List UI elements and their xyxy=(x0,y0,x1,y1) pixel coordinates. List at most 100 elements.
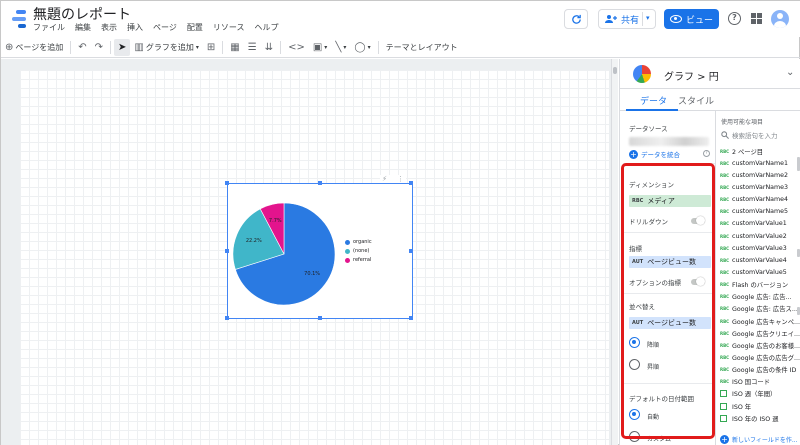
date-custom-radio[interactable] xyxy=(629,431,640,442)
field-search-input[interactable]: 検索語句を入力 xyxy=(721,128,799,141)
field-item[interactable]: RBC customVarValue2 xyxy=(720,230,800,242)
pie-chart[interactable]: ⚡ ⋮ 70.1% 22.2% 7.7% organic (none) refe… xyxy=(225,175,413,320)
dimension-chip[interactable]: RBC メディア xyxy=(629,195,711,207)
resize-handle[interactable] xyxy=(225,181,229,185)
chevron-down-icon: ▾ xyxy=(195,43,199,51)
field-label: Flash のバージョン xyxy=(732,282,789,290)
field-item[interactable]: RBC customVarName1 xyxy=(720,157,800,169)
apps-grid-icon[interactable] xyxy=(751,13,762,24)
field-label: customVarValue2 xyxy=(732,232,787,240)
filter-button[interactable]: ☰ xyxy=(244,39,261,56)
legend-swatch xyxy=(345,239,350,245)
line-button[interactable]: ╲ ▾ xyxy=(331,39,350,56)
field-item[interactable]: RBC Google 広告のお客様... xyxy=(720,339,800,351)
tab-data[interactable]: データ xyxy=(640,94,667,107)
text-type-icon: RBC xyxy=(720,197,730,203)
refresh-button[interactable] xyxy=(564,9,588,29)
field-item[interactable]: ISO 年 xyxy=(720,400,800,412)
help-icon[interactable]: ? xyxy=(728,12,741,25)
field-item[interactable]: RBC Google 広告の条件 ID xyxy=(720,364,800,376)
field-item[interactable]: RBC Flash のバージョン xyxy=(720,279,800,291)
select-tool-button[interactable]: ➤ xyxy=(114,38,131,56)
field-item[interactable]: RBC customVarValue5 xyxy=(720,266,800,278)
resize-handle[interactable] xyxy=(318,316,322,320)
field-item[interactable]: RBC customVarValue3 xyxy=(720,242,800,254)
theme-layout-button[interactable]: テーマとレイアウト xyxy=(382,39,462,56)
data-source-name[interactable] xyxy=(629,137,709,146)
resize-handle[interactable] xyxy=(409,316,413,320)
share-button[interactable]: 共有 ▾ xyxy=(598,9,656,29)
data-control-button[interactable]: ⇊ xyxy=(261,39,277,56)
field-item[interactable]: ISO 週（年間） xyxy=(720,388,800,400)
add-control-button[interactable]: ⊞ xyxy=(203,39,219,56)
tab-style[interactable]: スタイル xyxy=(678,94,714,107)
menu-file[interactable]: ファイル xyxy=(33,22,65,33)
field-item[interactable]: RBC ISO 国コード xyxy=(720,376,800,388)
share-dropdown-icon[interactable]: ▾ xyxy=(646,14,650,22)
help-icon[interactable]: ? xyxy=(703,150,710,157)
drilldown-toggle[interactable] xyxy=(691,216,705,225)
add-page-button[interactable]: ⊕ ページを追加 xyxy=(1,39,67,56)
resize-handle[interactable] xyxy=(409,181,413,185)
field-item[interactable]: RBC customVarValue1 xyxy=(720,218,800,230)
add-chart-button[interactable]: ▥ グラフを追加 ▾ xyxy=(130,39,202,56)
chart-type-selector[interactable]: グラフ > 円 ⌄ xyxy=(620,59,800,89)
sort-desc-radio[interactable] xyxy=(629,337,640,348)
text-type-icon: RBC xyxy=(720,354,730,360)
embed-url-button[interactable]: <> xyxy=(284,39,309,56)
optional-metrics-toggle[interactable] xyxy=(691,277,705,286)
chevron-down-icon[interactable]: ⌄ xyxy=(786,67,794,78)
redo-button[interactable]: ↷ xyxy=(91,39,107,56)
menu-insert[interactable]: 挿入 xyxy=(127,22,143,33)
field-item[interactable]: ISO 年の ISO 週 xyxy=(720,412,800,424)
field-label: customVarName4 xyxy=(732,196,789,204)
field-item[interactable]: RBC Google 広告: 広告ス... xyxy=(720,303,800,315)
menu-arrange[interactable]: 配置 xyxy=(187,22,203,33)
field-item[interactable]: RBC customVarName4 xyxy=(720,194,800,206)
resize-handle[interactable] xyxy=(318,181,322,185)
date-auto-radio[interactable] xyxy=(629,409,640,420)
view-button[interactable]: ビュー xyxy=(664,9,719,29)
resize-handle[interactable] xyxy=(409,249,413,253)
undo-button[interactable]: ↶ xyxy=(74,39,90,56)
new-field-button[interactable]: + 新しいフィールドを作... xyxy=(720,435,798,444)
avatar[interactable] xyxy=(771,10,789,28)
sort-chip[interactable]: AUT ページビュー数 xyxy=(629,317,711,329)
menu-page[interactable]: ページ xyxy=(153,22,177,33)
sort-desc-label: 降順 xyxy=(647,342,660,349)
report-canvas[interactable]: ⚡ ⋮ 70.1% 22.2% 7.7% organic (none) refe… xyxy=(1,59,618,445)
field-item[interactable]: RBC customVarName2 xyxy=(720,169,800,181)
field-item[interactable]: RBC customVarName3 xyxy=(720,181,800,193)
field-item[interactable]: RBC customVarValue4 xyxy=(720,254,800,266)
menu-help[interactable]: ヘルプ xyxy=(254,22,278,33)
field-item[interactable]: RBC Google 広告: 広告... xyxy=(720,291,800,303)
sort-label: 並べ替え xyxy=(629,303,655,311)
blend-data-button[interactable]: + データを統合 xyxy=(629,149,680,159)
sparkle-icon[interactable]: ⚡ xyxy=(382,175,387,183)
date-range-button[interactable]: ▦ xyxy=(226,39,243,56)
menu-view[interactable]: 表示 xyxy=(101,22,117,33)
image-button[interactable]: ▣ ▾ xyxy=(309,39,331,56)
legend-swatch xyxy=(345,257,350,263)
scrollbar-thumb[interactable] xyxy=(613,67,617,74)
field-item[interactable]: RBC Google 広告キャンペ... xyxy=(720,315,800,327)
canvas-scrollbar[interactable] xyxy=(611,59,618,445)
menu-resource[interactable]: リソース xyxy=(213,22,245,33)
sort-asc-radio[interactable] xyxy=(629,359,640,370)
resize-handle[interactable] xyxy=(225,316,229,320)
report-page[interactable]: ⚡ ⋮ 70.1% 22.2% 7.7% organic (none) refe… xyxy=(20,70,609,445)
field-item[interactable]: RBC Google 広告クリエイ... xyxy=(720,327,800,339)
text-type-icon: RBC xyxy=(720,233,730,239)
sort-icon: ⇊ xyxy=(264,41,274,53)
field-item[interactable]: RBC Google 広告の広告グ... xyxy=(720,351,800,363)
resize-handle[interactable] xyxy=(225,249,229,253)
field-item[interactable]: RBC 2 ページ目 xyxy=(720,145,800,157)
metric-chip[interactable]: AUT ページビュー数 xyxy=(629,256,711,268)
shape-button[interactable]: ◯ ▾ xyxy=(350,39,374,56)
sort-value: ページビュー数 xyxy=(647,319,697,327)
menu-edit[interactable]: 編集 xyxy=(75,22,91,33)
field-item[interactable]: RBC customVarName5 xyxy=(720,206,800,218)
report-title[interactable]: 無題のレポート xyxy=(33,4,131,24)
slice-percent-label: 70.1% xyxy=(304,270,321,277)
more-vert-icon[interactable]: ⋮ xyxy=(397,175,404,183)
